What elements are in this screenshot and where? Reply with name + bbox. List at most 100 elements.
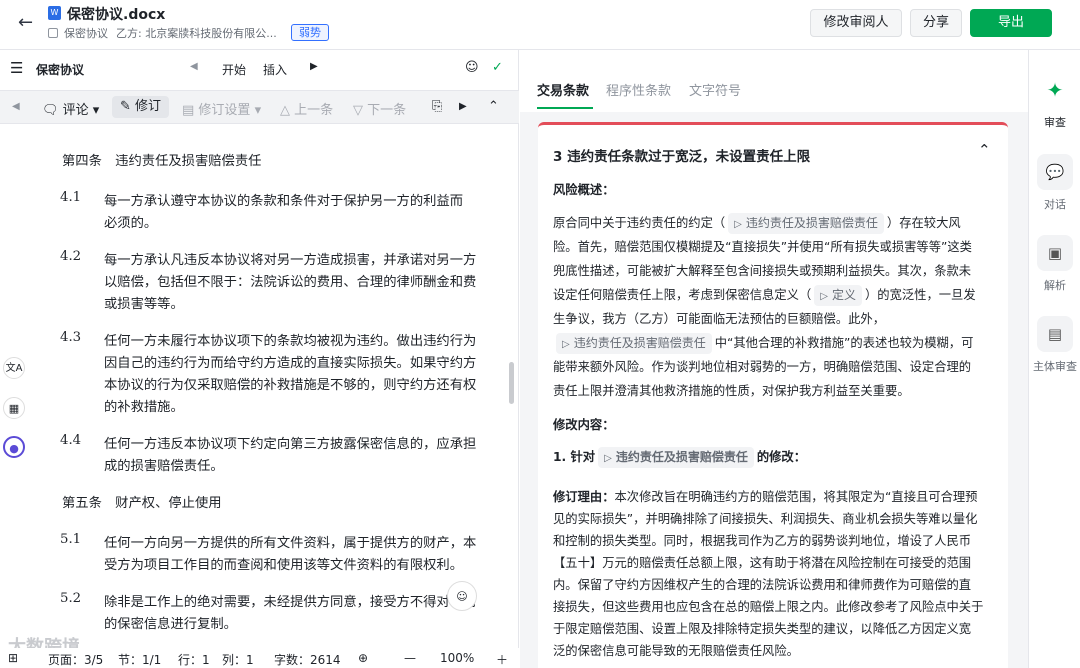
menu-right-arrow-icon[interactable]: ▶: [310, 61, 318, 72]
zoom-level[interactable]: 100%: [440, 651, 474, 665]
menu-insert[interactable]: 插入: [263, 61, 287, 78]
review-sparkle-icon[interactable]: ✦: [1037, 72, 1073, 108]
revision-reason-line: 见的实际损失”，并明确排除了间接损失、利润损失、商业机会损失等难以量化: [553, 512, 978, 526]
revision-reason-line: 接损失，但这些费用也应包含在总的赔偿上限之内。此修改参考了风险点中关于: [553, 600, 984, 614]
clause-reference-chip[interactable]: ▷ 违约责任及损害赔偿责任: [556, 333, 712, 354]
language-icon[interactable]: ⊕: [358, 651, 368, 665]
clause-reference-chip[interactable]: ▷ 定义: [814, 285, 862, 306]
clause-number: 4.3: [60, 330, 82, 345]
collapse-toolbar-icon[interactable]: ⌃: [488, 99, 499, 114]
ruler-icon: ⊞: [8, 651, 19, 665]
export-button[interactable]: 导出: [970, 9, 1052, 37]
link-arrow-icon: ▷: [734, 219, 742, 230]
clause-text-line: 因自己的违约行为而给守约方造成的直接实际损失。如果守约方: [104, 356, 477, 371]
modify-reviewer-button[interactable]: 修改审阅人: [810, 9, 902, 37]
zoom-in-icon[interactable]: ＋: [496, 651, 508, 668]
tab-text-symbols[interactable]: 文字符号: [689, 80, 741, 99]
share-button[interactable]: 分享: [910, 9, 962, 37]
clause-text-line: 受方为项目工作目的而查阅和使用该等文件资料的有限权利。: [104, 558, 464, 573]
clause-number: 5.1: [60, 532, 82, 547]
folder-icon: [48, 28, 58, 38]
clause-text-line: 以赔偿，包括但不限于：法院诉讼的费用、合理的律师酬金和费: [104, 275, 477, 290]
clause-text-line: 必须的。: [104, 216, 158, 231]
right-sidebar: ✦ 审查 💬 对话 ▣ 解析 ▤ 主体审查: [1028, 50, 1080, 668]
doc-subtitle-row: 保密协议 乙方: 北京案牍科技股份有限公...: [48, 25, 277, 41]
active-tab-indicator: [537, 107, 593, 109]
document-title: 保密协议.docx: [67, 7, 166, 23]
risk-card: 3 违约责任条款过于宽泛，未设置责任上限 ⌃ 风险概述： 原合同中关于违约责任的…: [538, 122, 1008, 668]
risk-overview-line: 兜底性描述，可能被扩大解释至包含间接损失或预期利益损失。其次，条款未: [553, 264, 972, 278]
revision-reason-line: 修订理由：本次修改旨在明确违约方的赔偿范围，将其限定为“直接且可合理预: [553, 490, 978, 504]
menu-bar: ☰ 保密协议 ◀ 开始 插入 ▶ ☺ ✓: [0, 50, 519, 86]
assistant-icon[interactable]: ☺: [465, 60, 479, 75]
risk-overview-label: 风险概述：: [553, 183, 615, 197]
clause-text-line: 任何一方未履行本协议项下的条款均被视为违约。做出违约行为: [104, 334, 477, 349]
risk-overview-line: ▷ 违约责任及损害赔偿责任 中“其他合理的补救措施”的表述也较为模糊，可: [553, 333, 973, 354]
clause-text-line: 的补救措施。: [104, 400, 184, 415]
status-section: 节：1/1: [118, 653, 162, 667]
clause-number: 4.1: [60, 190, 82, 205]
tab-procedural[interactable]: 程序性条款: [606, 80, 671, 99]
toolbar-left-arrow-icon[interactable]: ◀: [12, 101, 20, 112]
zoom-out-icon[interactable]: —: [404, 651, 416, 665]
revision-reason-line: 和控制的损失类型。同时，根据我司作为乙方的弱势谈判地位，增设了人民币: [553, 534, 972, 548]
status-words: 字数：2614: [274, 653, 341, 667]
cloud-saved-icon: ✓: [492, 60, 503, 75]
risk-overview-line: 生争议，我方（乙方）可能面临无法预估的巨额赔偿。此外，: [553, 312, 886, 326]
document-pane: ☰ 保密协议 ◀ 开始 插入 ▶ ☺ ✓ ◀ 🗨 评论 ▾ ✎ 修订 ▤ 修订设…: [0, 50, 519, 668]
comment-button[interactable]: 🗨 评论 ▾: [42, 99, 99, 118]
revise-button[interactable]: ✎ 修订: [112, 96, 170, 118]
status-page: 页面：3/5: [48, 653, 104, 667]
clause-text-line: 的保密信息进行复制。: [104, 617, 237, 631]
analysis-icon[interactable]: ▣: [1037, 235, 1073, 271]
clause-text-line: 成的损害赔偿责任。: [104, 459, 224, 474]
stance-badge: 弱势: [291, 24, 329, 41]
tab-transaction[interactable]: 交易条款: [537, 80, 589, 99]
clause-reference-chip[interactable]: ▷ 违约责任及损害赔偿责任: [728, 213, 884, 234]
sidebar-analysis-label[interactable]: 解析: [1029, 277, 1080, 293]
article-heading: 第五条 财产权、停止使用: [62, 496, 222, 511]
entity-review-icon[interactable]: ▤: [1037, 316, 1073, 352]
clause-text-line: 除非是工作上的绝对需要，未经提供方同意，接受方不得对任何: [104, 595, 477, 610]
party-name: 乙方: 北京案牍科技股份有限公...: [116, 27, 277, 40]
risk-overview-line: 能带来额外风险。作为谈判地位相对弱势的一方，明确赔偿范围、设定合理的: [553, 360, 972, 374]
clause-text-line: 或损害等等。: [104, 297, 184, 312]
sidebar-entity-label[interactable]: 主体审查: [1029, 358, 1080, 374]
sidebar-chat-label[interactable]: 对话: [1029, 196, 1080, 212]
chat-icon[interactable]: 💬: [1037, 154, 1073, 190]
apps-icon[interactable]: ▦: [3, 397, 25, 419]
clause-text-line: 任何一方违反本协议项下约定向第三方披露保密信息的，应承担: [104, 437, 477, 452]
menu-icon[interactable]: ☰: [10, 59, 23, 77]
clause-text-line: 每一方承认凡违反本协议将对另一方造成损害，并承诺对另一方: [104, 253, 477, 268]
mascot-icon[interactable]: ☺: [447, 581, 477, 611]
revision-reason-line: 【五十】万元的赔偿责任总额上限，这有助于将潜在风险控制在可接受的范围: [553, 556, 972, 570]
back-arrow-icon[interactable]: ←: [18, 12, 33, 33]
status-row: 行：1: [178, 653, 210, 667]
review-toolbar: ◀ 🗨 评论 ▾ ✎ 修订 ▤ 修订设置 ▾ △ 上一条 ▽ 下一条 ⎘ ▶ ⌃: [0, 90, 519, 124]
risk-title: 3 违约责任条款过于宽泛，未设置责任上限: [553, 149, 811, 165]
ai-bot-icon[interactable]: ●: [3, 436, 25, 458]
revise-settings-button[interactable]: ▤ 修订设置 ▾: [182, 99, 261, 118]
clause-number: 5.2: [60, 591, 82, 606]
status-bar: ⊞ 页面：3/5 节：1/1 行：1 列：1 字数：2614 ⊕ — 100% …: [0, 648, 519, 668]
collapse-card-icon[interactable]: ⌃: [978, 141, 991, 159]
revision-reason-line: 泛的保密信息可能导致的无限赔偿责任风险。: [553, 644, 799, 658]
sidebar-review-label[interactable]: 审查: [1029, 114, 1080, 130]
risk-overview-line: 责任上限并澄清其他救济措施的性质，对保护我方利益至关重要。: [553, 384, 910, 398]
accept-revision-icon[interactable]: ⎘: [432, 99, 442, 114]
next-revision-button[interactable]: ▽ 下一条: [353, 99, 406, 118]
prev-revision-button[interactable]: △ 上一条: [280, 99, 333, 118]
toolbar-right-arrow-icon[interactable]: ▶: [459, 101, 467, 112]
menu-left-arrow-icon[interactable]: ◀: [190, 61, 198, 72]
modify-content-label: 修改内容：: [553, 418, 615, 432]
clause-number: 4.4: [60, 433, 82, 448]
document-scrollbar[interactable]: [509, 362, 514, 404]
top-bar: ← W 保密协议.docx 保密协议 乙方: 北京案牍科技股份有限公... 弱势 …: [0, 0, 1080, 50]
word-doc-icon: W: [48, 6, 61, 20]
document-body[interactable]: 第四条 违约责任及损害赔偿责任 4.1 每一方承认遵守本协议的条款和条件对于保护另一…: [0, 136, 507, 631]
article-heading: 第四条 违约责任及损害赔偿责任: [62, 154, 262, 169]
link-arrow-icon: ▷: [604, 453, 612, 464]
menu-start[interactable]: 开始: [222, 61, 246, 78]
translate-icon[interactable]: 文A: [3, 357, 25, 379]
clause-reference-chip[interactable]: ▷ 违约责任及损害赔偿责任: [598, 447, 754, 468]
